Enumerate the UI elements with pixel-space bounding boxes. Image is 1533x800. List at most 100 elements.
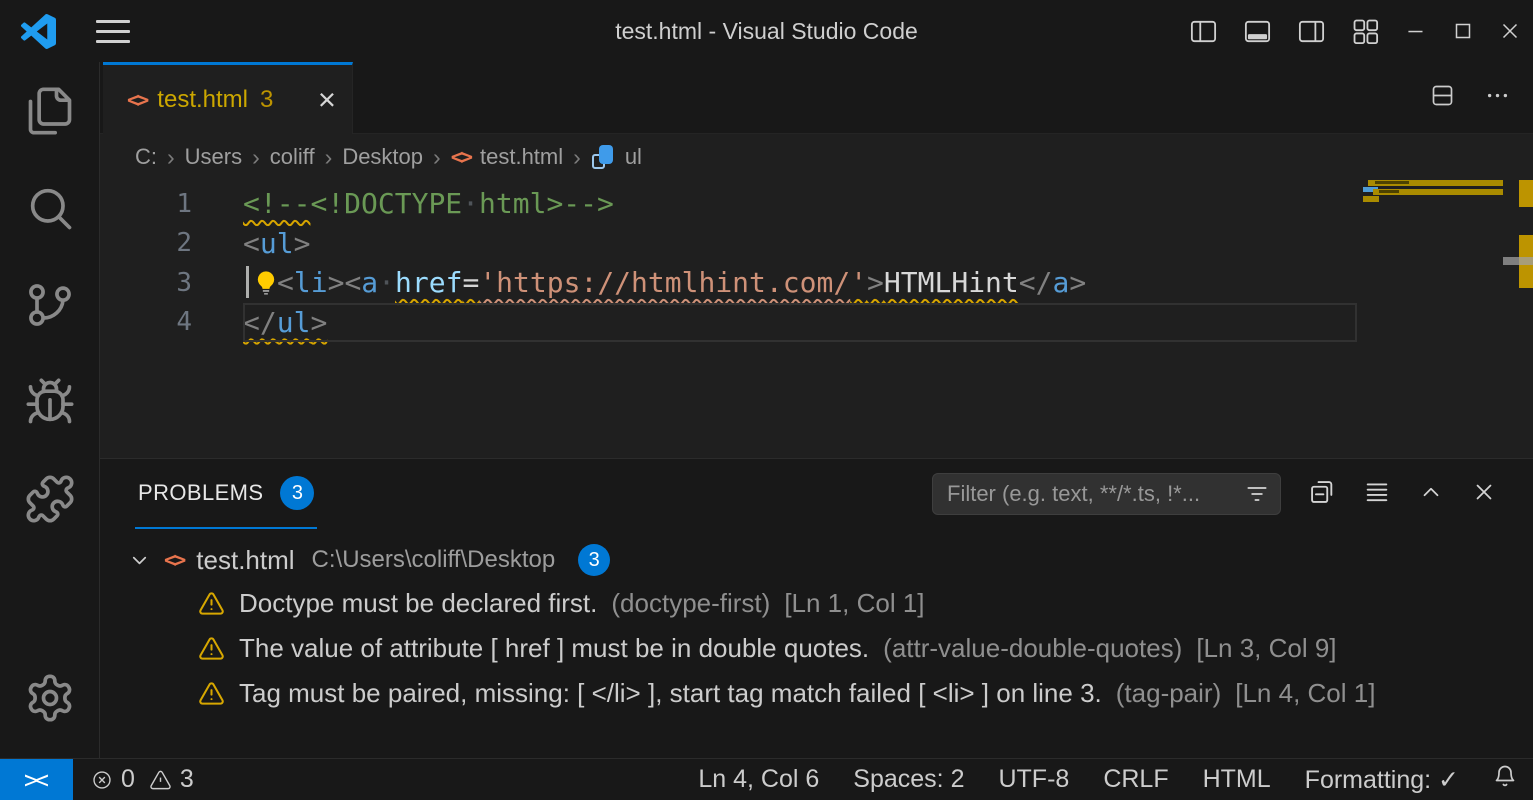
more-actions-icon[interactable] <box>1484 82 1511 114</box>
code-lines: 1<!--<!DOCTYPE·html>-->2<ul>3<li><a·href… <box>100 180 1533 458</box>
problem-row[interactable]: Doctype must be declared first.(doctype-… <box>100 581 1533 626</box>
minimize-button[interactable] <box>1392 0 1439 62</box>
close-window-button[interactable] <box>1486 0 1533 62</box>
overview-ruler[interactable] <box>1519 180 1533 458</box>
filter-box <box>932 473 1281 515</box>
toggle-secondary-sidebar-icon[interactable] <box>1284 0 1338 62</box>
toggle-primary-sidebar-icon[interactable] <box>1176 0 1230 62</box>
notifications-bell-icon[interactable] <box>1493 764 1517 795</box>
status-eol[interactable]: CRLF <box>1103 765 1168 794</box>
code-token: > <box>294 227 311 260</box>
chevron-right-icon: › <box>252 144 260 171</box>
code-token: · <box>462 187 479 220</box>
status-cursor-position[interactable]: Ln 4, Col 6 <box>698 765 819 794</box>
problem-message: Tag must be paired, missing: [ </li> ], … <box>239 678 1102 709</box>
code-token: ul <box>260 227 294 260</box>
panel-header: PROBLEMS 3 <box>100 459 1533 529</box>
breadcrumb-symbol[interactable]: ul <box>625 144 642 170</box>
run-debug-icon[interactable] <box>0 353 100 450</box>
file-problems-count-badge: 3 <box>578 544 610 576</box>
code-line-2[interactable]: 2<ul> <box>100 224 1533 264</box>
code-token: a <box>1052 266 1069 299</box>
chevron-right-icon: › <box>325 144 333 171</box>
settings-gear-icon[interactable] <box>0 649 100 746</box>
titlebar: test.html - Visual Studio Code <box>0 0 1533 62</box>
problem-rule: (tag-pair) <box>1116 678 1221 709</box>
warning-icon <box>198 635 225 662</box>
toggle-panel-icon[interactable] <box>1230 0 1284 62</box>
problem-location: [Ln 3, Col 9] <box>1196 633 1336 664</box>
tab-bar: <> test.html 3 × <box>100 62 1533 134</box>
status-language[interactable]: HTML <box>1203 765 1271 794</box>
code-token: ul <box>277 306 311 339</box>
problems-rows: Doctype must be declared first.(doctype-… <box>100 581 1533 716</box>
maximize-panel-icon[interactable] <box>1418 479 1444 510</box>
explorer-icon[interactable] <box>0 62 100 159</box>
code-token: <!DOCTYPE <box>310 187 462 220</box>
html-file-icon: <> <box>127 88 146 112</box>
code-token: > <box>1069 266 1086 299</box>
problem-row[interactable]: The value of attribute [ href ] must be … <box>100 626 1533 671</box>
editor-area: <> test.html 3 × C: › Users <box>100 62 1533 758</box>
line-number: 3 <box>100 268 243 298</box>
code-editor[interactable]: 1<!--<!DOCTYPE·html>-->2<ul>3<li><a·href… <box>100 180 1533 458</box>
code-token: html>--> <box>479 187 614 220</box>
problems-file-group[interactable]: <> test.html C:\Users\coliff\Desktop 3 <box>100 539 1533 581</box>
customize-layout-icon[interactable] <box>1338 0 1392 62</box>
search-icon[interactable] <box>0 159 100 256</box>
problem-message: The value of attribute [ href ] must be … <box>239 633 869 664</box>
problems-list: <> test.html C:\Users\coliff\Desktop 3 D… <box>100 529 1533 716</box>
code-line-1[interactable]: 1<!--<!DOCTYPE·html>--> <box>100 184 1533 224</box>
breadcrumb-item[interactable]: Users <box>185 144 242 170</box>
status-encoding[interactable]: UTF-8 <box>998 765 1069 794</box>
activity-bar <box>0 62 100 758</box>
breadcrumb-item[interactable]: Desktop <box>342 144 423 170</box>
close-tab-icon[interactable]: × <box>318 84 336 115</box>
breadcrumb-item[interactable]: C: <box>135 144 157 170</box>
source-control-icon[interactable] <box>0 256 100 353</box>
line-content: <!--<!DOCTYPE·html>--> <box>243 187 614 220</box>
warning-count: 3 <box>180 765 194 794</box>
split-editor-icon[interactable] <box>1429 82 1456 114</box>
tab-problems[interactable]: PROBLEMS 3 <box>135 459 317 529</box>
status-bar: >< 0 3 Ln 4, Col 6 Spaces: 2 UTF-8 CRLF … <box>0 758 1533 800</box>
breadcrumb-item[interactable]: coliff <box>270 144 315 170</box>
code-token: > <box>310 306 327 339</box>
code-token: </ <box>1019 266 1053 299</box>
close-panel-icon[interactable] <box>1471 479 1497 510</box>
problems-file-name: test.html <box>196 545 294 576</box>
remote-indicator[interactable]: >< <box>0 759 73 800</box>
code-token: href <box>395 266 462 299</box>
problem-rule: (attr-value-double-quotes) <box>883 633 1182 664</box>
status-formatting[interactable]: Formatting: ✓ <box>1305 765 1459 795</box>
chevron-down-icon <box>128 549 151 572</box>
collapse-all-icon[interactable] <box>1308 478 1336 511</box>
problem-message: Doctype must be declared first. <box>239 588 597 619</box>
status-problems-summary[interactable]: 0 3 <box>91 765 194 794</box>
error-count: 0 <box>121 765 135 794</box>
problems-filter-input[interactable] <box>932 473 1281 515</box>
html-file-icon: <> <box>164 548 183 572</box>
vscode-logo-icon <box>21 14 56 49</box>
status-indentation[interactable]: Spaces: 2 <box>853 765 964 794</box>
menu-hamburger-icon[interactable] <box>96 13 130 50</box>
view-as-table-icon[interactable] <box>1363 478 1391 511</box>
extensions-icon[interactable] <box>0 450 100 547</box>
code-token: </ <box>243 306 277 339</box>
chevron-right-icon: › <box>573 144 581 171</box>
lightbulb-icon[interactable] <box>252 269 280 297</box>
code-line-4[interactable]: 4</ul> <box>100 303 1533 343</box>
line-content: </ul> <box>243 306 327 339</box>
vscode-window: test.html - Visual Studio Code <box>0 0 1533 800</box>
tab-test-html[interactable]: <> test.html 3 × <box>103 62 353 134</box>
code-token: HTMLHint <box>884 266 1019 299</box>
code-token: > <box>867 266 884 299</box>
filter-icon[interactable] <box>1244 481 1270 512</box>
maximize-button[interactable] <box>1439 0 1486 62</box>
minimap[interactable] <box>1363 180 1503 458</box>
titlebar-controls <box>1176 0 1533 62</box>
code-line-3[interactable]: 3<li><a·href='https://htmlhint.com/'>HTM… <box>100 263 1533 303</box>
breadcrumb-file[interactable]: test.html <box>480 144 563 170</box>
error-icon <box>91 769 113 791</box>
problem-row[interactable]: Tag must be paired, missing: [ </li> ], … <box>100 671 1533 716</box>
